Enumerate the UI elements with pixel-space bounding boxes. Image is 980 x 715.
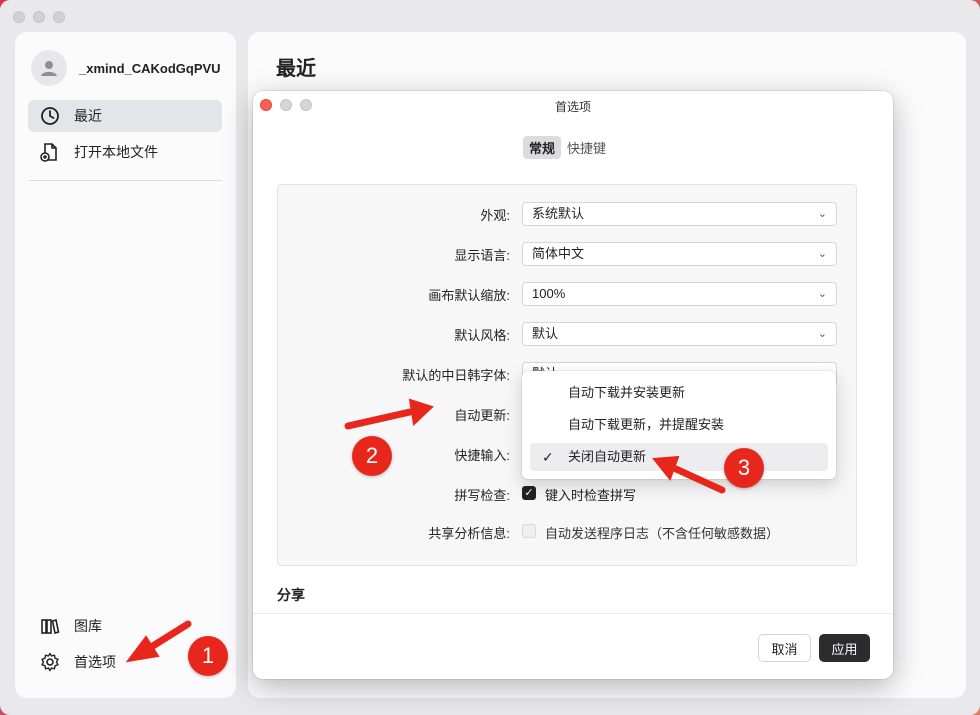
annotation-arrowhead-3 — [652, 455, 680, 482]
annotation-arrow-3 — [672, 465, 726, 494]
annotation-arrowhead-2 — [408, 398, 434, 427]
annotation-arrowhead-1 — [125, 635, 160, 663]
annotation-arrow-1 — [144, 620, 192, 653]
annotation-badge-2: 2 — [352, 436, 392, 476]
annotation-arrows — [125, 398, 726, 663]
annotation-arrow-2 — [344, 408, 414, 430]
annotation-badge-1: 1 — [188, 636, 228, 676]
annotation-badge-3: 3 — [724, 448, 764, 488]
